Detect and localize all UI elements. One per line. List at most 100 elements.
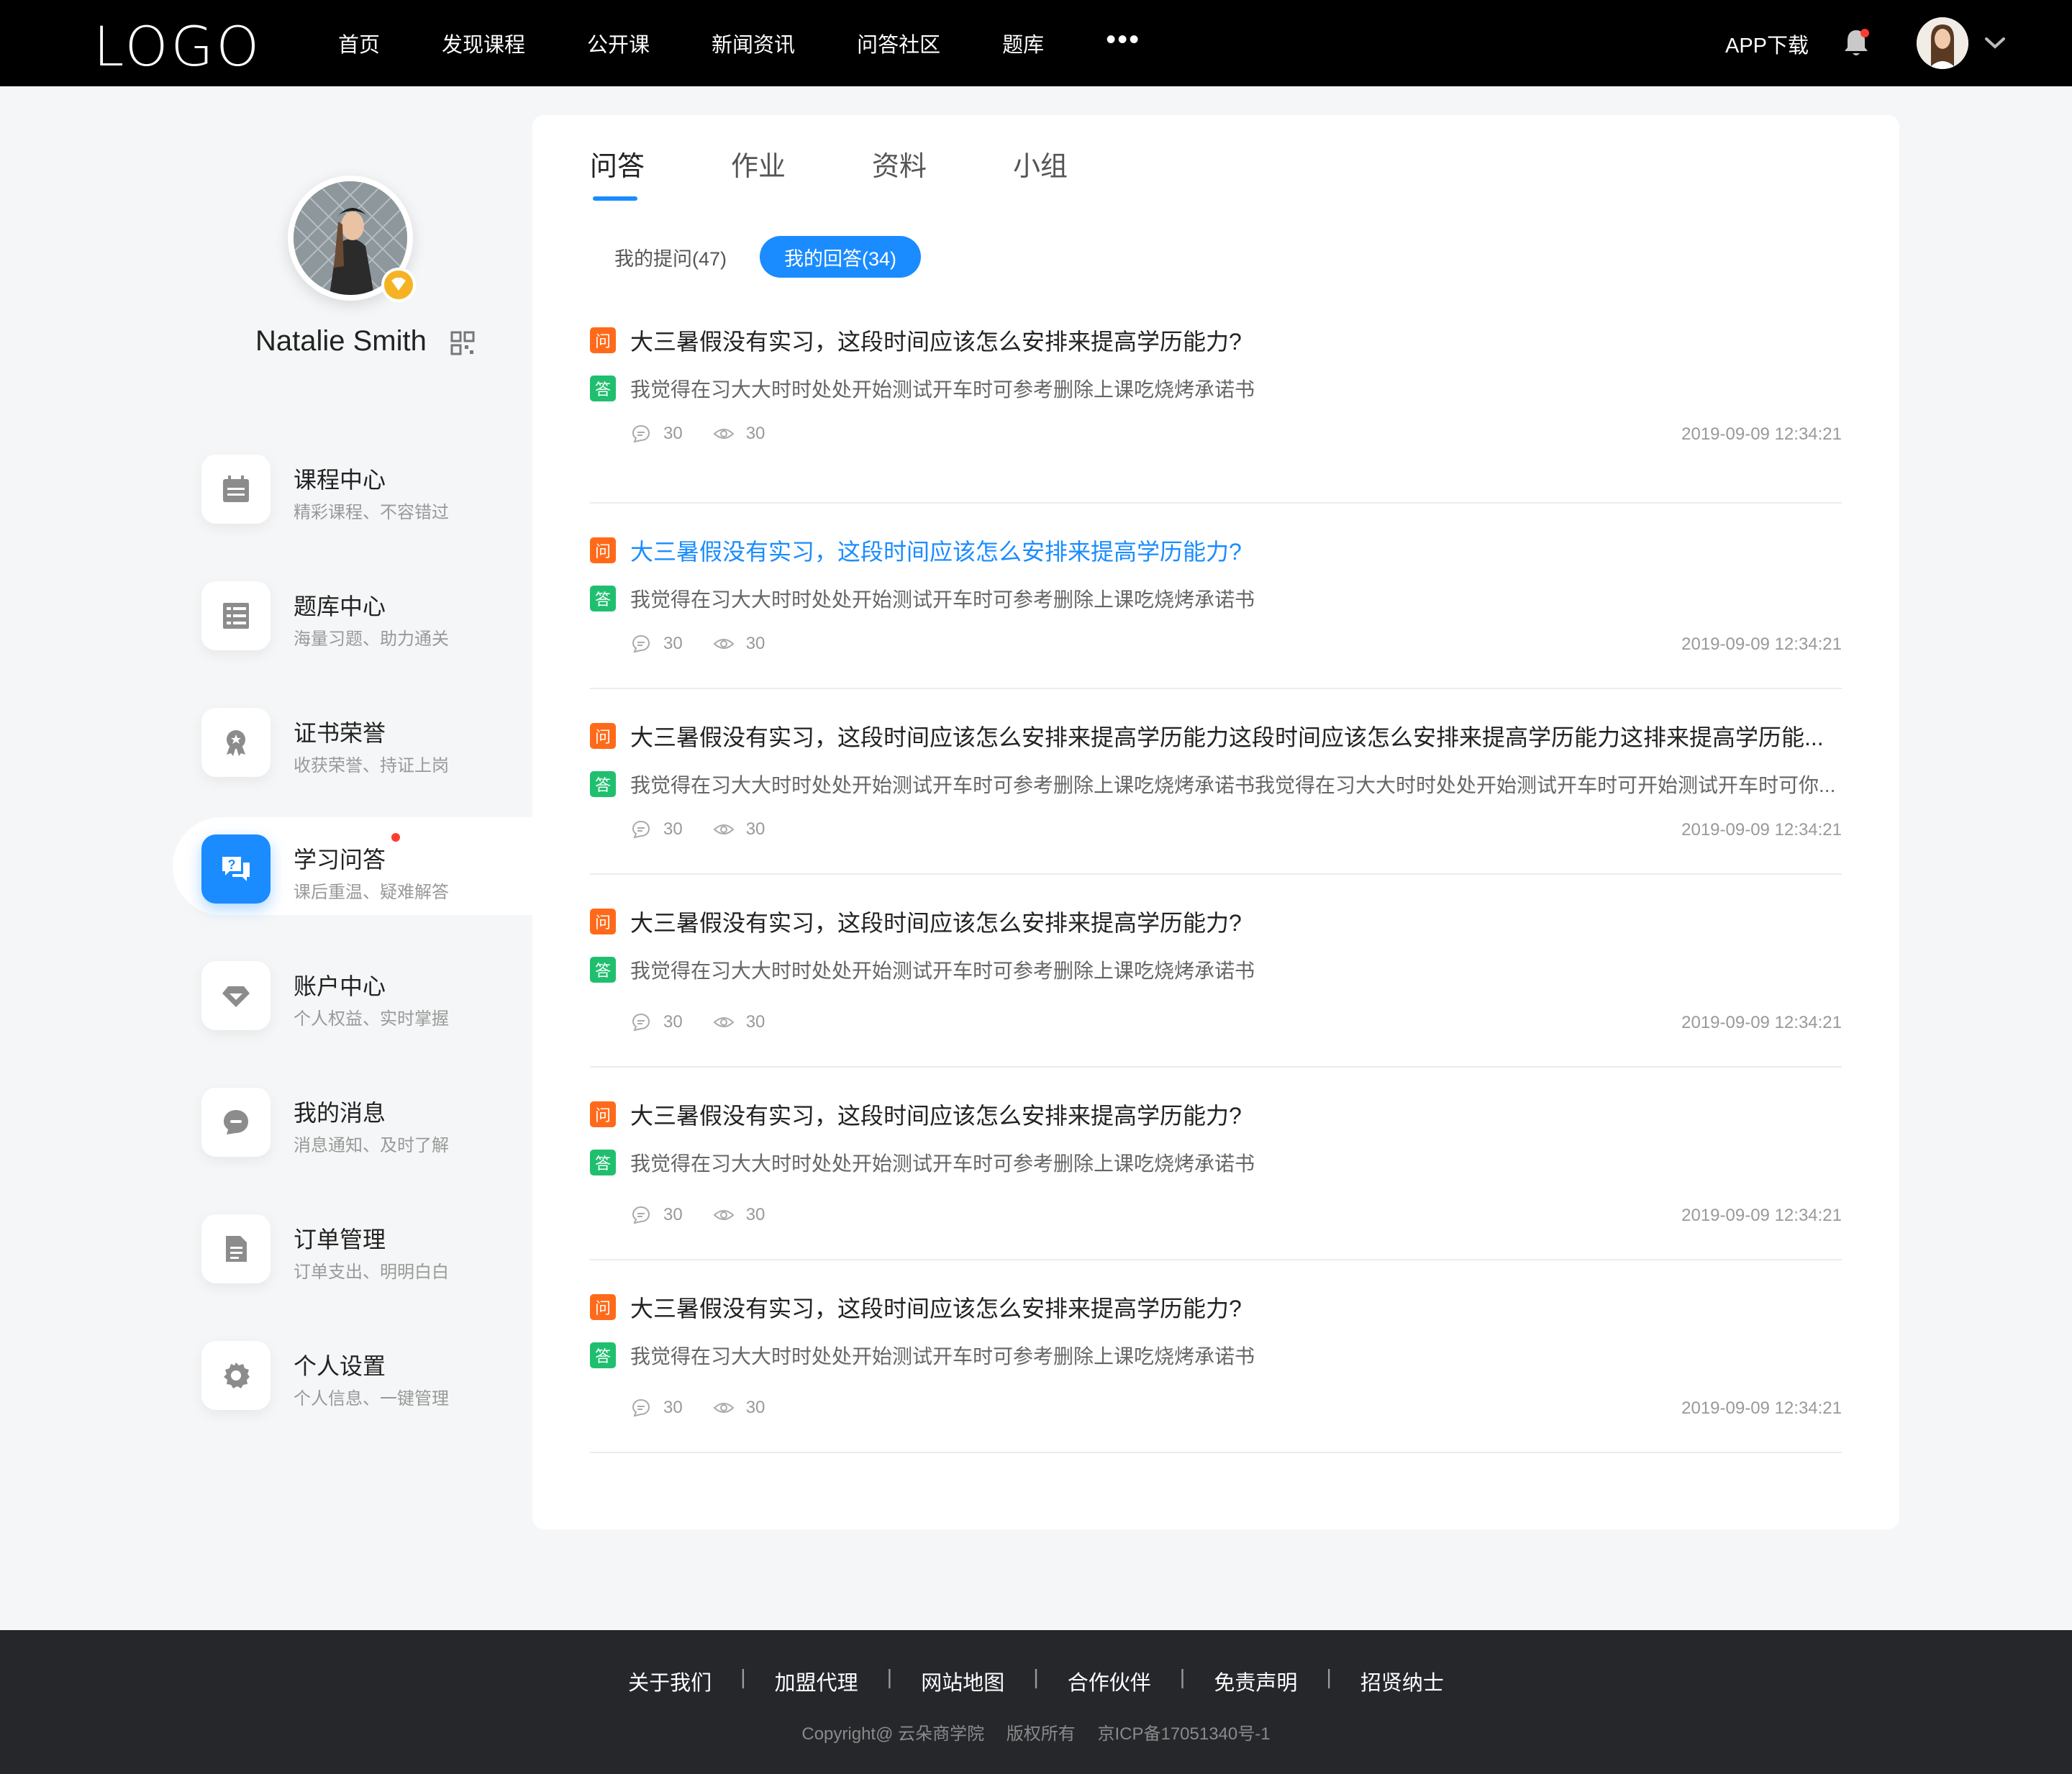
view-count: 30 [745,634,765,653]
nav-item-open-courses[interactable]: 公开课 [587,28,650,58]
menu-subtitle: 个人权益、实时掌握 [294,1009,449,1029]
post-date: 2019-09-09 12:34:21 [1681,1013,1842,1032]
tab-qa[interactable]: 问答 [590,144,645,205]
answer-tag: 答 [590,771,616,797]
sidebar-item-order-management[interactable]: 订单管理 订单支出、明明白白 [173,1197,532,1295]
footer-link-disclaimer[interactable]: 免责声明 [1214,1666,1297,1696]
sidebar-item-personal-settings[interactable]: 个人设置 个人信息、一键管理 [173,1324,532,1422]
qa-panel: 问答 作业 资料 小组 我的提问(47) 我的回答(34) 问大三暑假没有实习，… [532,115,1899,1529]
sidebar-item-question-bank[interactable]: 题库中心 海量习题、助力通关 [173,564,532,662]
footer-separator: | [1326,1666,1332,1689]
question-title[interactable]: 大三暑假没有实习，这段时间应该怎么安排来提高学历能力? [630,1098,1242,1131]
question-tag: 问 [590,909,616,934]
menu-subtitle: 课后重温、疑难解答 [294,883,449,902]
qa-filter: 我的提问(47) 我的回答(34) [590,236,930,278]
qa-icon: ? [201,834,271,904]
logo[interactable]: LOGO [94,14,262,78]
eye-icon [713,1403,735,1413]
menu-title: 证书荣誉 [294,720,386,746]
answer-text: 我觉得在习大大时时处处开始测试开车时可参考删除上课吃烧烤承诺书 [630,1152,1255,1175]
question-title[interactable]: 大三暑假没有实习，这段时间应该怎么安排来提高学历能力? [630,1291,1242,1324]
view-count: 30 [745,1398,765,1417]
eye-icon [713,429,735,439]
eye-icon [713,1017,735,1027]
tab-groups[interactable]: 小组 [1013,144,1068,205]
question-title[interactable]: 大三暑假没有实习，这段时间应该怎么安排来提高学历能力? [630,905,1242,938]
calendar-icon [201,455,271,524]
profile-name: Natalie Smith [255,325,427,357]
sidebar-item-course-center[interactable]: 课程中心 精彩课程、不容错过 [173,437,532,535]
post-date: 2019-09-09 12:34:21 [1681,820,1842,840]
more-icon[interactable]: ••• [1106,25,1140,54]
menu-title: 我的消息 [294,1100,386,1126]
nav-item-home[interactable]: 首页 [338,28,380,58]
footer-link-franchise[interactable]: 加盟代理 [775,1666,858,1696]
svg-text:?: ? [228,858,236,872]
answer-tag: 答 [590,1150,616,1175]
sidebar-item-certificates[interactable]: 证书荣誉 收获荣誉、持证上岗 [173,691,532,788]
footer-link-about[interactable]: 关于我们 [628,1666,712,1696]
icp-number: 京ICP备17051340号-1 [1097,1724,1271,1744]
view-count: 30 [745,1012,765,1032]
sidebar-item-my-messages[interactable]: 我的消息 消息通知、及时了解 [173,1070,532,1168]
view-count: 30 [745,1205,765,1224]
my-questions-filter[interactable]: 我的提问(47) [590,236,751,278]
menu-subtitle: 精彩课程、不容错过 [294,503,449,522]
message-icon [201,1088,271,1157]
answer-text: 我觉得在习大大时时处处开始测试开车时可参考删除上课吃烧烤承诺书 [630,378,1255,401]
qr-code-icon[interactable] [450,331,475,355]
menu-subtitle: 海量习题、助力通关 [294,629,449,649]
gear-icon [201,1341,271,1410]
comment-count: 30 [663,819,683,839]
copyright-text: Copyright@ 云朵商学院 [801,1724,985,1744]
comment-count: 30 [663,634,683,653]
menu-title: 题库中心 [294,593,386,619]
comment-count: 30 [663,1012,683,1032]
question-title[interactable]: 大三暑假没有实习，这段时间应该怎么安排来提高学历能力? [630,324,1242,357]
qa-item: 问大三暑假没有实习，这段时间应该怎么安排来提高学历能力? 答我觉得在习大大时时处… [590,875,1842,1068]
question-title[interactable]: 大三暑假没有实习，这段时间应该怎么安排来提高学历能力? [630,534,1242,567]
comment-icon [632,1398,650,1417]
question-title[interactable]: 大三暑假没有实习，这段时间应该怎么安排来提高学历能力这段时间应该怎么安排来提高学… [630,719,1824,752]
nav-item-qa-community[interactable]: 问答社区 [857,28,940,58]
my-answers-filter[interactable]: 我的回答(34) [760,236,922,278]
page-footer: 关于我们 | 加盟代理 | 网站地图 | 合作伙伴 | 免责声明 | 招贤纳士 … [0,1630,2072,1774]
nav-item-question-bank[interactable]: 题库 [1002,28,1044,58]
main-nav: 首页 发现课程 公开课 新闻资讯 问答社区 题库 ••• [338,0,1202,86]
app-download-link[interactable]: APP下载 [1725,29,1809,59]
answer-tag: 答 [590,586,616,611]
question-tag: 问 [590,1294,616,1320]
menu-title: 账户中心 [294,973,386,999]
qa-item: 问大三暑假没有实习，这段时间应该怎么安排来提高学历能力? 答我觉得在习大大时时处… [590,1260,1842,1453]
chevron-down-icon[interactable] [1983,33,2007,52]
sidebar-item-account-center[interactable]: 账户中心 个人权益、实时掌握 [173,944,532,1042]
qa-list: 问大三暑假没有实习，这段时间应该怎么安排来提高学历能力? 答我觉得在习大大时时处… [590,318,1842,1453]
footer-separator: | [1179,1666,1186,1689]
comment-icon [632,820,650,839]
post-date: 2019-09-09 12:34:21 [1681,424,1842,444]
nav-item-discover-courses[interactable]: 发现课程 [442,28,525,58]
comment-icon [632,1206,650,1224]
footer-link-careers[interactable]: 招贤纳士 [1360,1666,1444,1696]
footer-link-partners[interactable]: 合作伙伴 [1068,1666,1151,1696]
menu-title: 课程中心 [294,467,386,493]
question-tag: 问 [590,537,616,563]
menu-title: 订单管理 [294,1227,386,1252]
tab-materials[interactable]: 资料 [872,144,927,205]
footer-links: 关于我们 | 加盟代理 | 网站地图 | 合作伙伴 | 免责声明 | 招贤纳士 [0,1666,2072,1696]
user-avatar[interactable] [1917,17,1968,69]
sidebar-item-learning-qa[interactable]: ? 学习问答 课后重温、疑难解答 [173,817,532,915]
menu-title: 学习问答 [294,847,386,873]
footer-link-sitemap[interactable]: 网站地图 [921,1666,1004,1696]
content-tabs: 问答 作业 资料 小组 [590,144,1154,205]
question-tag: 问 [590,1101,616,1127]
comment-count: 30 [663,424,683,443]
answer-text: 我觉得在习大大时时处处开始测试开车时可参考删除上课吃烧烤承诺书 [630,960,1255,982]
nav-item-news[interactable]: 新闻资讯 [712,28,795,58]
footer-separator: | [886,1666,893,1689]
post-date: 2019-09-09 12:34:21 [1681,1398,1842,1418]
comment-icon [632,634,650,653]
comment-count: 30 [663,1205,683,1224]
tab-homework[interactable]: 作业 [731,144,786,205]
view-count: 30 [745,819,765,839]
